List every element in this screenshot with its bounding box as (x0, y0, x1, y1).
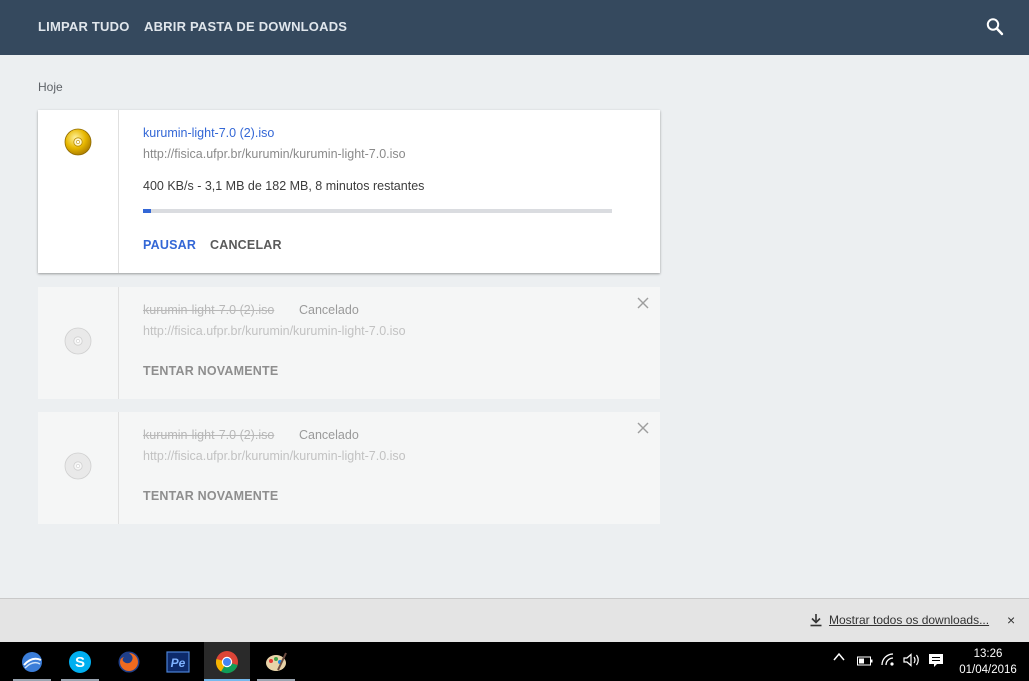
show-all-downloads-label: Mostrar todos os downloads... (829, 613, 990, 627)
download-icon (810, 614, 822, 627)
card-divider (118, 412, 119, 524)
browser-app-icon (22, 651, 42, 672)
downloads-toolbar: LIMPAR TUDO ABRIR PASTA DE DOWNLOADS (0, 0, 1029, 55)
disc-icon (64, 452, 92, 480)
chrome-icon (215, 650, 238, 673)
download-item-active: kurumin-light-7.0 (2).iso http://fisica.… (38, 110, 660, 273)
skype-icon: S (69, 650, 91, 673)
photoshop-elements-icon: Pe (166, 650, 190, 673)
svg-text:Pe: Pe (171, 656, 186, 670)
wifi-icon[interactable] (881, 653, 897, 670)
firefox-icon (118, 651, 140, 672)
retry-button[interactable]: TENTAR NOVAMENTE (143, 489, 278, 503)
download-source-url: http://fisica.ufpr.br/kurumin/kurumin-li… (143, 324, 406, 338)
close-icon[interactable] (636, 421, 650, 435)
download-status: Cancelado (299, 303, 359, 317)
download-filename: kurumin-light-7.0 (2).iso (143, 428, 275, 442)
battery-icon[interactable] (857, 654, 873, 669)
disc-icon (64, 327, 92, 355)
taskbar-chrome[interactable] (204, 642, 250, 681)
download-item-cancelled: kurumin-light-7.0 (2).iso Cancelado http… (38, 412, 660, 524)
taskbar-browser-app[interactable] (9, 642, 55, 681)
windows-taskbar: S Pe 13:26 01/04/2016 (0, 642, 1029, 681)
retry-button[interactable]: TENTAR NOVAMENTE (143, 364, 278, 378)
taskbar-clock[interactable]: 13:26 01/04/2016 (950, 646, 1026, 678)
download-progress-fill (143, 209, 151, 213)
show-hidden-icons-chevron-icon[interactable] (833, 651, 845, 666)
taskbar-photoshop-elements[interactable]: Pe (155, 642, 201, 681)
clock-time: 13:26 (973, 648, 1003, 660)
taskbar-paint[interactable] (253, 642, 299, 681)
clear-all-button[interactable]: LIMPAR TUDO (38, 19, 130, 34)
download-source-url: http://fisica.ufpr.br/kurumin/kurumin-li… (143, 449, 406, 463)
cancel-button[interactable]: CANCELAR (210, 238, 282, 252)
download-progress-bar (143, 209, 612, 213)
close-shelf-button[interactable]: × (1007, 612, 1015, 628)
card-divider (118, 110, 119, 273)
clock-date: 01/04/2016 (959, 664, 1017, 676)
close-icon[interactable] (636, 296, 650, 310)
download-source-url: http://fisica.ufpr.br/kurumin/kurumin-li… (143, 147, 406, 161)
download-status: Cancelado (299, 428, 359, 442)
download-filename: kurumin-light-7.0 (2).iso (143, 303, 275, 317)
pause-button[interactable]: PAUSAR (143, 238, 196, 252)
action-center-icon[interactable] (928, 653, 944, 672)
open-downloads-folder-button[interactable]: ABRIR PASTA DE DOWNLOADS (144, 19, 347, 34)
download-shelf: Mostrar todos os downloads... × (0, 598, 1029, 642)
paint-icon (266, 652, 287, 671)
svg-text:S: S (75, 654, 85, 671)
date-section-label: Hoje (38, 80, 63, 94)
taskbar-firefox[interactable] (106, 642, 152, 681)
card-divider (118, 287, 119, 399)
show-all-downloads-link[interactable]: Mostrar todos os downloads... (809, 613, 989, 627)
disc-icon (64, 128, 92, 156)
volume-icon[interactable] (903, 653, 921, 670)
search-icon[interactable] (986, 17, 1004, 37)
download-progress-status: 400 KB/s - 3,1 MB de 182 MB, 8 minutos r… (143, 179, 425, 193)
download-filename-link[interactable]: kurumin-light-7.0 (2).iso (143, 126, 274, 140)
download-item-cancelled: kurumin-light-7.0 (2).iso Cancelado http… (38, 287, 660, 399)
taskbar-skype[interactable]: S (57, 642, 103, 681)
